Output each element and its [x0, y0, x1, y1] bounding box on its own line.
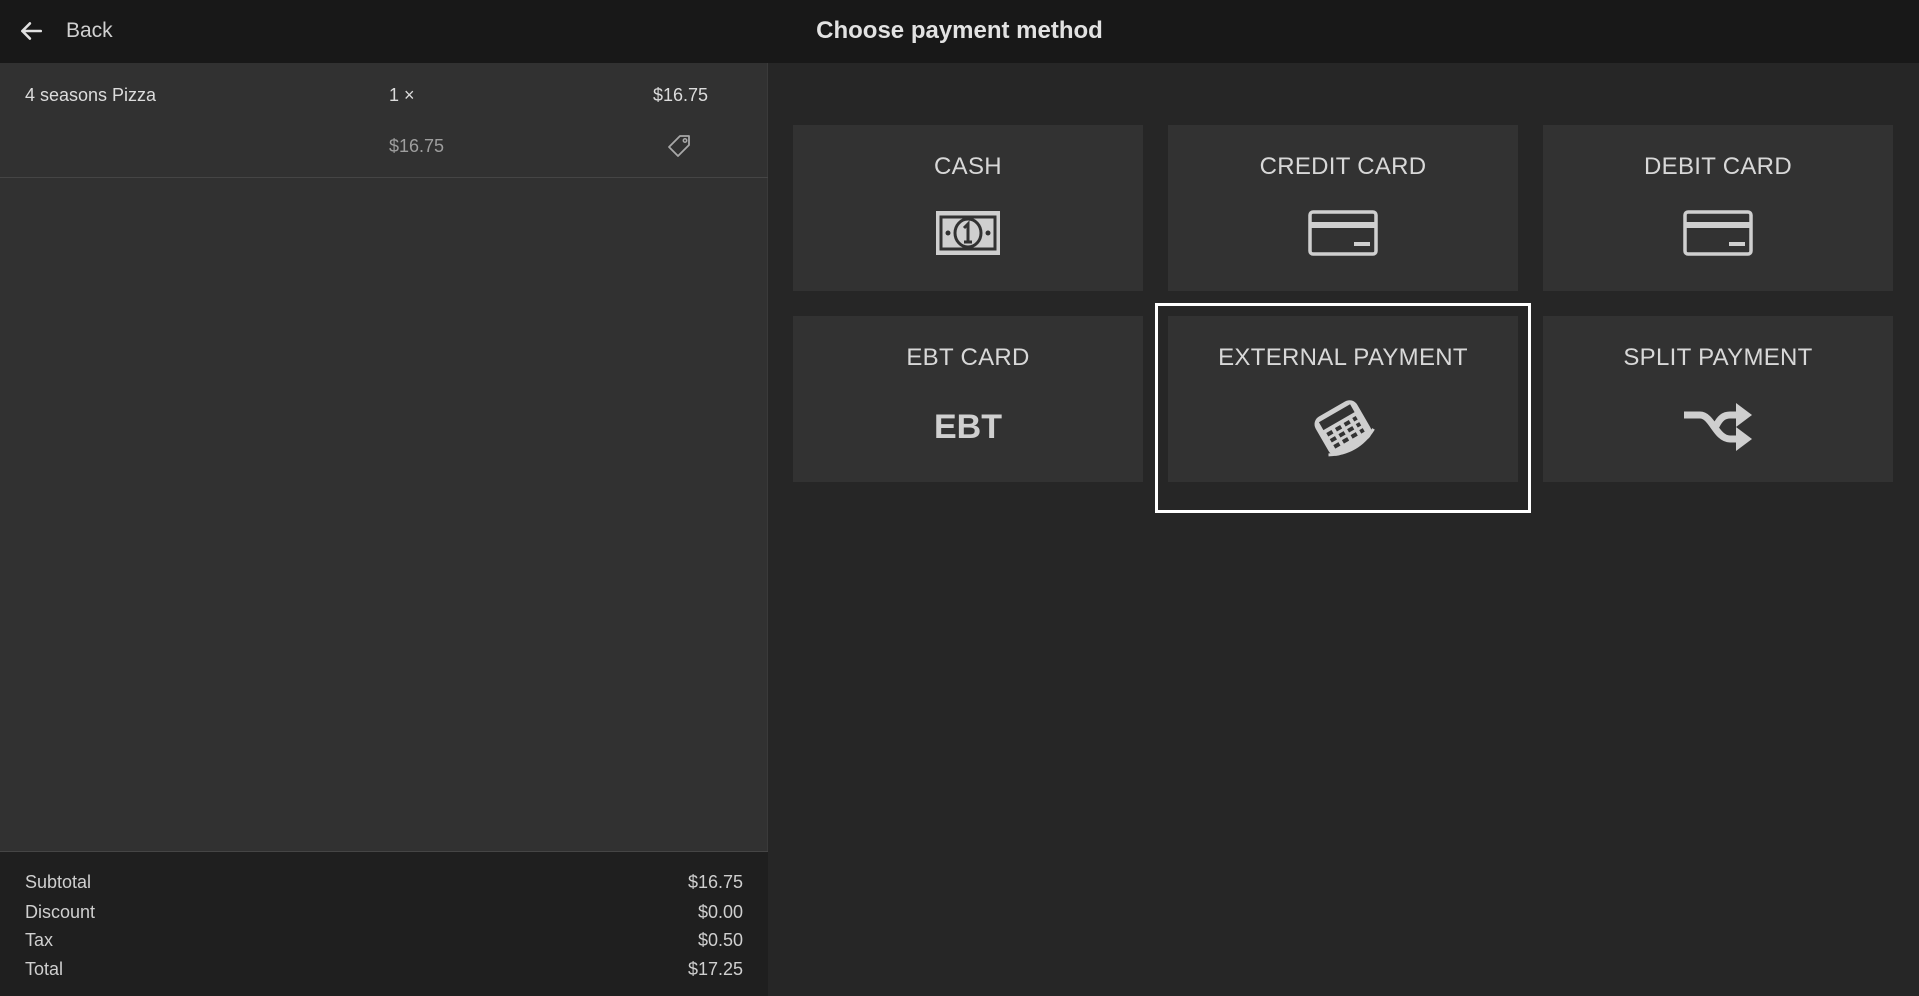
cash-icon [936, 211, 1000, 255]
debit-card-icon [1683, 210, 1753, 256]
subtotal-label: Subtotal [25, 872, 92, 892]
cash-label: CASH [934, 153, 1002, 180]
tax-row: Tax $0.50 [25, 930, 743, 951]
item-name: 4 seasons Pizza [25, 85, 157, 105]
payment-methods-panel: CASH CREDIT CARD DEBIT CARD EBT CARD EBT [769, 63, 1919, 996]
debit-card-label: DEBIT CARD [1644, 153, 1792, 180]
ebt-card-tile[interactable]: EBT CARD EBT [793, 316, 1143, 482]
external-payment-tile[interactable]: EXTERNAL PAYMENT [1168, 316, 1518, 482]
item-total: $16.75 [653, 85, 709, 105]
external-payment-label: EXTERNAL PAYMENT [1218, 344, 1468, 371]
credit-card-icon [1308, 210, 1378, 256]
total-value: $17.25 [687, 959, 743, 979]
order-line-item[interactable]: 4 seasons Pizza 1 × $16.75 $16.75 [0, 63, 768, 178]
order-panel: 4 seasons Pizza 1 × $16.75 $16.75 Subtot… [0, 63, 768, 996]
item-quantity: 1 × [389, 85, 415, 105]
split-payment-label: SPLIT PAYMENT [1623, 344, 1813, 371]
ebt-icon: EBT [934, 408, 1002, 446]
debit-card-tile[interactable]: DEBIT CARD [1543, 125, 1893, 291]
total-label: Total [25, 959, 64, 979]
discount-row: Discount $0.00 [25, 902, 743, 923]
top-bar: Back Choose payment method [0, 0, 1919, 63]
ebt-card-label: EBT CARD [906, 344, 1030, 371]
tax-value: $0.50 [697, 930, 743, 950]
discount-tag-icon[interactable] [665, 131, 695, 161]
subtotal-value: $16.75 [687, 872, 743, 892]
cash-tile[interactable]: CASH [793, 125, 1143, 291]
credit-card-label: CREDIT CARD [1259, 153, 1427, 180]
subtotal-row: Subtotal $16.75 [25, 872, 743, 893]
total-row: Total $17.25 [25, 959, 743, 980]
split-payment-tile[interactable]: SPLIT PAYMENT [1543, 316, 1893, 482]
discount-value: $0.00 [697, 902, 743, 922]
tax-label: Tax [25, 930, 54, 950]
shuffle-icon [1684, 403, 1752, 451]
discount-label: Discount [25, 902, 96, 922]
order-summary: Subtotal $16.75 Discount $0.00 Tax $0.50… [0, 851, 768, 996]
item-unit-price: $16.75 [389, 136, 445, 156]
credit-card-tile[interactable]: CREDIT CARD [1168, 125, 1518, 291]
card-terminal-icon [1314, 400, 1375, 457]
page-title: Choose payment method [816, 17, 1103, 44]
